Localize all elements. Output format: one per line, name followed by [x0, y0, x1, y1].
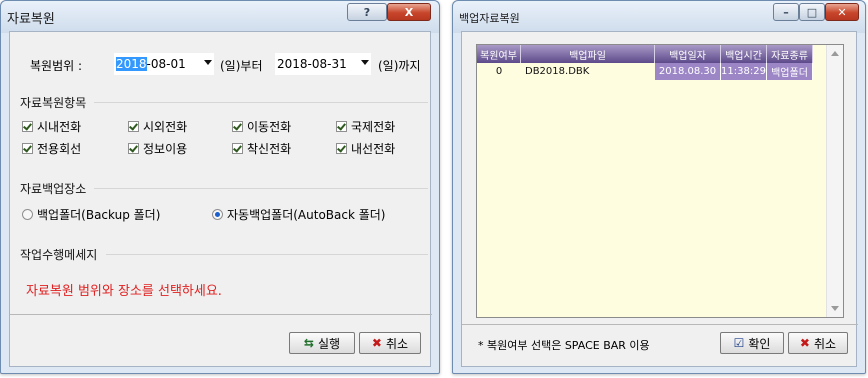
checkbox-local-call[interactable]: 시내전화: [22, 118, 81, 135]
checkbox-checked-icon: [128, 121, 139, 132]
checkbox-label: 전용회선: [37, 142, 82, 156]
vertical-scrollbar[interactable]: [826, 45, 843, 317]
chevron-down-icon: [361, 60, 369, 65]
from-date-year-selected: 2018: [116, 57, 147, 71]
minimize-button[interactable]: –: [773, 3, 799, 21]
radio-label: 백업폴더(Backup 폴더): [37, 208, 161, 222]
checkbox-label: 정보이용: [143, 142, 188, 156]
cancel-button-label: 취소: [385, 336, 409, 351]
checkbox-leased-line[interactable]: 전용회선: [22, 140, 81, 157]
close-button[interactable]: X: [387, 3, 431, 21]
scroll-down-icon[interactable]: [831, 306, 839, 311]
checkbox-label: 내선전화: [351, 142, 396, 156]
checkbox-checked-icon: [232, 143, 243, 154]
to-date-value: 2018-08-31: [277, 57, 347, 71]
column-header-backup-date[interactable]: 백업일자: [655, 45, 721, 63]
backup-restore-window: 백업자료복원 – □ ✕ 복원여부 백업파일 백업일자 백업시간 자료종류 0 …: [452, 0, 866, 374]
cell-restore-flag[interactable]: 0: [477, 63, 521, 80]
column-header-data-type[interactable]: 자료종류: [767, 45, 813, 63]
footer-divider: [10, 314, 432, 315]
run-button[interactable]: ⇆ 실행: [289, 332, 355, 354]
checkbox-label: 시외전화: [143, 120, 188, 134]
backup-window-body: 복원여부 백업파일 백업일자 백업시간 자료종류 0 DB2018.DBK 20…: [461, 31, 858, 367]
maximize-icon: □: [806, 5, 818, 19]
checkbox-label: 착신전화: [247, 142, 292, 156]
checkbox-long-distance[interactable]: 시외전화: [128, 118, 187, 135]
cancel-button[interactable]: ✖ 취소: [788, 332, 848, 354]
radio-label: 자동백업폴더(AutoBack 폴더): [227, 208, 386, 222]
backup-file-grid[interactable]: 복원여부 백업파일 백업일자 백업시간 자료종류 0 DB2018.DBK 20…: [476, 44, 844, 318]
checkbox-incoming[interactable]: 착신전화: [232, 140, 291, 157]
checkbox-label: 이동전화: [247, 120, 292, 134]
location-group-divider: [94, 188, 428, 189]
from-day-label: (일)부터: [220, 59, 263, 73]
items-group-title: 자료복원항목: [20, 96, 87, 110]
checkbox-checked-icon: [22, 143, 33, 154]
restore-dialog: 자료복원 ? X 복원범위 : 2018 -08-01 (일)부터 2018-08…: [0, 0, 440, 374]
range-panel: 복원범위 : 2018 -08-01 (일)부터 2018-08-31 (일)까지: [20, 44, 426, 84]
footer-divider: [462, 324, 858, 325]
cell-data-type[interactable]: 백업폴더: [767, 63, 813, 80]
close-button[interactable]: ✕: [825, 3, 859, 21]
radio-selected-icon: [212, 209, 223, 220]
location-group-title: 자료백업장소: [20, 182, 87, 196]
column-header-restore-flag[interactable]: 복원여부: [477, 45, 521, 63]
checkbox-label: 시내전화: [37, 120, 82, 134]
restore-dialog-title: 자료복원: [7, 12, 55, 27]
chevron-down-icon: [204, 60, 212, 65]
checkbox-checked-icon: [336, 121, 347, 132]
checkbox-mobile[interactable]: 이동전화: [232, 118, 291, 135]
run-arrows-icon: ⇆: [303, 336, 314, 350]
grid-header: 복원여부 백업파일 백업일자 백업시간 자료종류: [477, 45, 813, 63]
range-label: 복원범위 :: [30, 59, 83, 73]
close-icon: X: [404, 5, 414, 19]
checkbox-info-use[interactable]: 정보이용: [128, 140, 187, 157]
space-bar-hint: * 복원여부 선택은 SPACE BAR 이용: [478, 339, 650, 352]
cancel-x-icon: ✖: [799, 336, 810, 350]
status-message: 자료복원 범위와 장소를 선택하세요.: [26, 284, 222, 299]
cancel-button[interactable]: ✖ 취소: [359, 332, 421, 354]
message-group-divider: [106, 254, 428, 255]
backup-window-title: 백업자료복원: [459, 12, 520, 25]
checkbox-checked-icon: [336, 143, 347, 154]
close-icon: ✕: [837, 5, 847, 19]
from-date-combo[interactable]: 2018 -08-01: [114, 53, 214, 75]
help-icon: ?: [363, 5, 371, 19]
help-button[interactable]: ?: [347, 3, 387, 21]
maximize-button[interactable]: □: [799, 3, 825, 21]
run-button-label: 실행: [317, 336, 341, 351]
ok-button-label: 확인: [748, 336, 771, 351]
backup-window-titlebar[interactable]: 백업자료복원 – □ ✕: [453, 1, 865, 33]
scroll-up-icon[interactable]: [831, 51, 839, 56]
checklist-icon: ☑: [733, 336, 745, 350]
items-group-divider: [94, 102, 428, 103]
cell-backup-date[interactable]: 2018.08.30: [655, 63, 721, 80]
restore-dialog-body: 복원범위 : 2018 -08-01 (일)부터 2018-08-31 (일)까지…: [9, 31, 432, 367]
from-date-rest: -08-01: [146, 57, 186, 71]
table-row[interactable]: 0 DB2018.DBK 2018.08.30 11:38:29 백업폴더: [477, 63, 813, 80]
message-group-title: 작업수행메세지: [20, 248, 98, 262]
restore-dialog-titlebar[interactable]: 자료복원 ? X: [1, 1, 439, 33]
cell-backup-file[interactable]: DB2018.DBK: [521, 63, 655, 80]
minimize-icon: –: [783, 5, 789, 19]
column-header-backup-file[interactable]: 백업파일: [521, 45, 655, 63]
checkbox-checked-icon: [232, 121, 243, 132]
checkbox-checked-icon: [22, 121, 33, 132]
to-day-label: (일)까지: [378, 59, 421, 73]
cancel-x-icon: ✖: [371, 336, 382, 350]
cancel-button-label: 취소: [813, 336, 837, 351]
ok-button[interactable]: ☑ 확인: [720, 332, 784, 354]
checkbox-extension[interactable]: 내선전화: [336, 140, 395, 157]
checkbox-checked-icon: [128, 143, 139, 154]
to-date-combo[interactable]: 2018-08-31: [275, 53, 371, 75]
radio-backup-folder[interactable]: 백업폴더(Backup 폴더): [22, 206, 160, 223]
checkbox-label: 국제전화: [351, 120, 396, 134]
column-header-backup-time[interactable]: 백업시간: [721, 45, 767, 63]
cell-backup-time[interactable]: 11:38:29: [721, 63, 767, 80]
checkbox-international[interactable]: 국제전화: [336, 118, 395, 135]
radio-autoback-folder[interactable]: 자동백업폴더(AutoBack 폴더): [212, 206, 386, 223]
radio-unselected-icon: [22, 209, 33, 220]
